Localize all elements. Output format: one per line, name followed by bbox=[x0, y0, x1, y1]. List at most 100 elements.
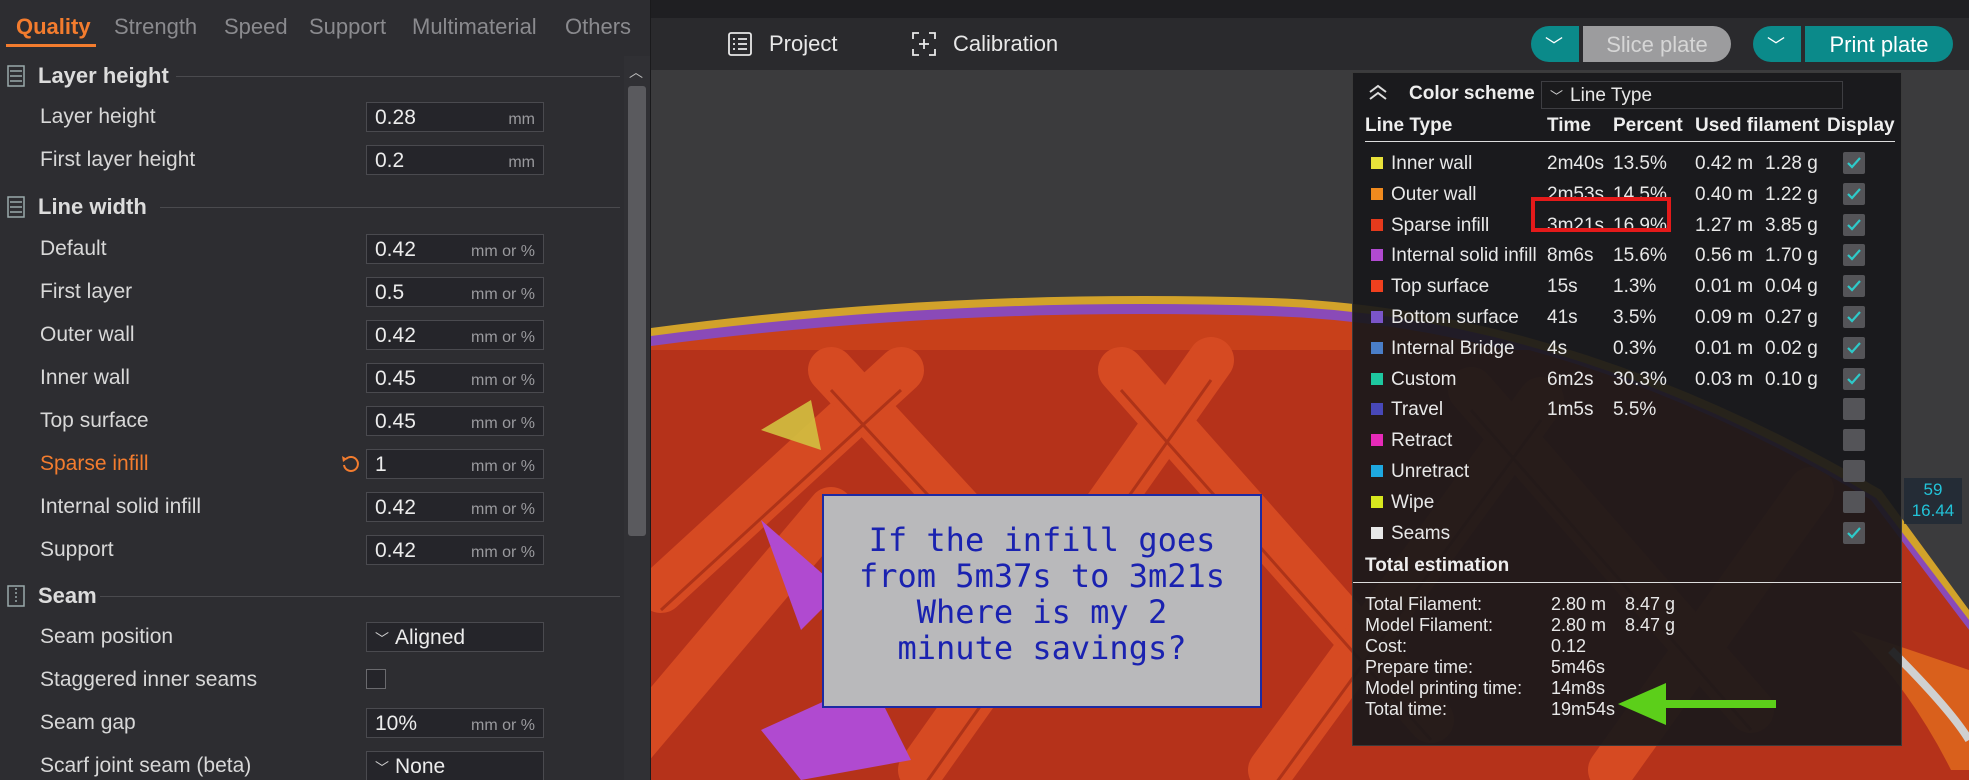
layers-icon bbox=[7, 65, 25, 87]
scrollbar-thumb[interactable] bbox=[628, 86, 646, 536]
tab-others[interactable]: Others bbox=[565, 14, 631, 40]
legend-length: 0.03 m bbox=[1695, 368, 1754, 390]
legend-length: 0.09 m bbox=[1695, 307, 1754, 328]
chevron-down-icon: ﹀ bbox=[1767, 36, 1785, 56]
checkmark-icon bbox=[1847, 249, 1861, 261]
project-button[interactable]: Project bbox=[727, 28, 857, 60]
green-arrow-annotation bbox=[1618, 683, 1776, 725]
section-title: Line width bbox=[38, 194, 147, 219]
legend-length: 0.01 m bbox=[1695, 337, 1754, 359]
total-label: Prepare time: bbox=[1365, 657, 1474, 677]
legend-percent: 0.3% bbox=[1613, 337, 1657, 359]
display-toggle-checkbox[interactable] bbox=[1843, 490, 1865, 513]
column-header-used-filament: Used filament bbox=[1695, 115, 1820, 136]
layer-height-input[interactable]: 0.28 mm bbox=[366, 102, 544, 132]
legend-length: 0.01 m bbox=[1695, 276, 1754, 298]
display-toggle-checkbox[interactable] bbox=[1843, 275, 1865, 298]
legend-weight: 0.10 g bbox=[1765, 368, 1818, 390]
section-title: Layer height bbox=[38, 63, 169, 88]
legend-time: 4s bbox=[1547, 337, 1568, 359]
total-value2: 8.47 g bbox=[1625, 615, 1676, 635]
tab-strength[interactable]: Strength bbox=[114, 14, 197, 40]
tab-speed[interactable]: Speed bbox=[224, 14, 288, 40]
field-value: 0.42 bbox=[375, 496, 416, 519]
dropdown-value: Line Type bbox=[1570, 85, 1653, 106]
internal-solid-infill-width-input[interactable]: 0.42 mm or % bbox=[366, 492, 544, 522]
legend-time: 2m40s bbox=[1547, 153, 1605, 174]
color-swatch bbox=[1371, 465, 1383, 477]
tab-multimaterial[interactable]: Multimaterial bbox=[412, 14, 537, 40]
scarf-joint-seam-dropdown[interactable]: ﹀ None bbox=[366, 751, 544, 780]
outer-wall-width-input[interactable]: 0.42 mm or % bbox=[366, 320, 544, 350]
top-surface-width-input[interactable]: 0.45 mm or % bbox=[366, 406, 544, 436]
legend-time: 41s bbox=[1547, 307, 1578, 328]
total-value: 2.80 m bbox=[1551, 615, 1607, 635]
display-toggle-checkbox[interactable] bbox=[1843, 398, 1865, 421]
sparse-infill-width-input[interactable]: 1 mm or % bbox=[366, 449, 544, 479]
chevron-down-icon: ﹀ bbox=[375, 760, 389, 776]
slice-plate-button[interactable]: ﹀ Slice plate bbox=[1531, 26, 1731, 62]
setting-label: Scarf joint seam (beta) bbox=[40, 754, 252, 777]
calibration-button[interactable]: Calibration bbox=[911, 28, 1081, 60]
display-toggle-checkbox[interactable] bbox=[1843, 244, 1865, 267]
total-value: 2.80 m bbox=[1551, 594, 1607, 614]
total-label: Total time: bbox=[1365, 699, 1448, 719]
tab-quality[interactable]: Quality bbox=[16, 14, 91, 40]
seam-gap-input[interactable]: 10% mm or % bbox=[366, 708, 544, 738]
support-width-input[interactable]: 0.42 mm or % bbox=[366, 535, 544, 565]
display-toggle-checkbox[interactable] bbox=[1843, 336, 1865, 359]
seam-position-dropdown[interactable]: ﹀ Aligned bbox=[366, 622, 544, 652]
annotation-line: minute savings? bbox=[897, 629, 1187, 667]
setting-label: Top surface bbox=[40, 409, 149, 432]
slice-options-toggle[interactable]: ﹀ bbox=[1531, 26, 1579, 62]
top-toolbar: Project Calibration ﹀ Slice plate ﹀ Prin… bbox=[651, 18, 1969, 70]
legend-weight: 3.85 g bbox=[1765, 214, 1818, 236]
tab-support[interactable]: Support bbox=[309, 14, 386, 40]
setting-row-first-layer-height: First layer height 0.2 mm bbox=[0, 143, 620, 177]
slice-plate-main[interactable]: Slice plate bbox=[1583, 26, 1731, 62]
legend-percent: 30.3% bbox=[1613, 368, 1667, 390]
column-header-time: Time bbox=[1547, 115, 1592, 136]
setting-label: Staggered inner seams bbox=[40, 668, 258, 691]
collapse-icon[interactable] bbox=[1367, 83, 1389, 101]
field-value: 0.45 bbox=[375, 367, 416, 390]
total-value: 19m54s bbox=[1551, 699, 1616, 719]
divider bbox=[1353, 582, 1901, 583]
display-toggle-checkbox[interactable] bbox=[1843, 306, 1865, 328]
first-layer-height-input[interactable]: 0.2 mm bbox=[366, 145, 544, 175]
display-toggle-checkbox[interactable] bbox=[1843, 429, 1865, 452]
field-value: 0.42 bbox=[375, 238, 416, 261]
first-layer-width-input[interactable]: 0.5 mm or % bbox=[366, 277, 544, 307]
display-toggle-checkbox[interactable] bbox=[1843, 367, 1865, 390]
scroll-up-icon[interactable]: ︿ bbox=[629, 62, 643, 82]
legend-row: Custom 6m2s 30.3% 0.03 m 0.10 g bbox=[1353, 365, 1901, 396]
field-unit: mm or % bbox=[471, 415, 535, 432]
color-scheme-dropdown[interactable]: ﹀ Line Type bbox=[1541, 81, 1843, 109]
legend-weight: 1.70 g bbox=[1765, 245, 1818, 267]
legend-row: Travel 1m5s 5.5% bbox=[1353, 395, 1901, 426]
print-options-toggle[interactable]: ﹀ bbox=[1753, 26, 1801, 62]
setting-label: Inner wall bbox=[40, 366, 130, 389]
display-toggle-checkbox[interactable] bbox=[1843, 182, 1865, 205]
legend-weight: 1.28 g bbox=[1765, 153, 1818, 174]
default-line-width-input[interactable]: 0.42 mm or % bbox=[366, 234, 544, 264]
display-toggle-checkbox[interactable] bbox=[1843, 521, 1865, 544]
print-plate-main[interactable]: Print plate bbox=[1805, 26, 1953, 62]
display-toggle-checkbox[interactable] bbox=[1843, 213, 1865, 236]
setting-row-layer-height: Layer height 0.28 mm bbox=[0, 100, 620, 134]
display-toggle-checkbox[interactable] bbox=[1843, 152, 1865, 174]
print-plate-button[interactable]: ﹀ Print plate bbox=[1753, 26, 1953, 62]
settings-scrollbar[interactable]: ︿ bbox=[624, 56, 650, 780]
reset-icon[interactable] bbox=[340, 453, 362, 475]
legend-percent: 13.5% bbox=[1613, 153, 1667, 174]
color-swatch bbox=[1371, 187, 1383, 200]
dropdown-value: Aligned bbox=[395, 626, 466, 649]
inner-wall-width-input[interactable]: 0.45 mm or % bbox=[366, 363, 544, 393]
legend-row: Seams bbox=[1353, 519, 1901, 550]
display-toggle-checkbox[interactable] bbox=[1843, 460, 1865, 482]
color-swatch bbox=[1371, 434, 1383, 447]
legend-name: Bottom surface bbox=[1391, 307, 1519, 328]
staggered-inner-seams-checkbox[interactable] bbox=[366, 669, 386, 689]
checkmark-icon bbox=[1847, 188, 1861, 200]
checkmark-icon bbox=[1847, 218, 1861, 231]
